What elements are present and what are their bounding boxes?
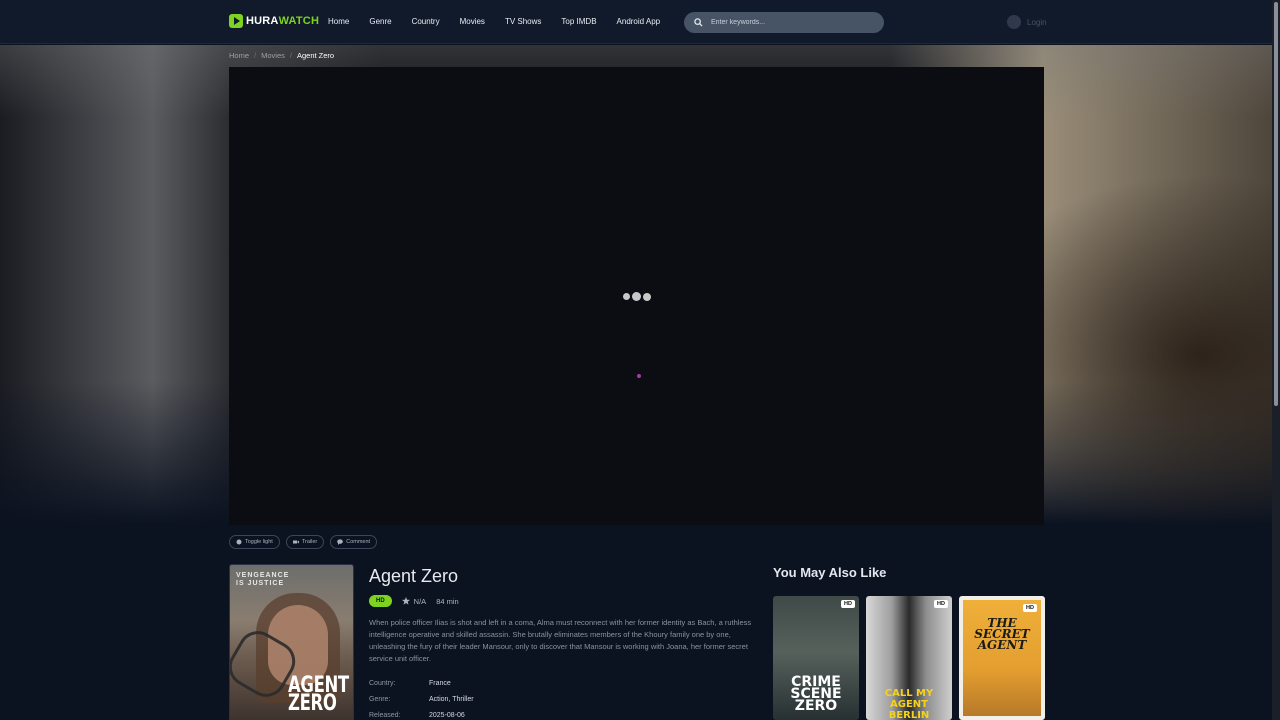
detail-value-genre[interactable]: Action, Thriller [429,696,474,703]
detail-label: Country: [369,679,396,687]
detail-label: Genre: [369,695,391,703]
movie-poster: VENGEANCE IS JUSTICE AGENT ZERO [229,564,354,720]
logo-text: HURA [246,15,279,27]
movie-info: Agent Zero HD N/A 84 min When police off… [369,566,754,720]
detail-row-genre: Genre: Action, Thriller [369,691,754,707]
duration: 84 min [436,596,459,606]
detail-row-country: Country: France [369,675,754,691]
quality-badge: HD [841,600,855,608]
nav-country[interactable]: Country [412,17,440,26]
trailer-label: Trailer [301,539,318,545]
nav-genre[interactable]: Genre [369,17,391,26]
breadcrumb-current: Agent Zero [296,51,335,60]
comment-button[interactable]: Comment [330,535,378,549]
search-icon[interactable] [694,18,703,27]
movie-details: Country: France Genre: Action, Thriller … [369,675,754,720]
poster-tagline: VENGEANCE IS JUSTICE [236,572,290,587]
breadcrumb: Home / Movies / Agent Zero [229,51,334,60]
toggle-light-label: Toggle light [245,539,273,545]
search-input[interactable] [711,19,871,26]
movie-description: When police officer Ilias is shot and le… [369,618,752,663]
nav-top-imdb[interactable]: Top IMDB [561,17,596,26]
poster-title: AGENT ZERO [288,673,349,716]
trailer-button[interactable]: Trailer [285,535,325,549]
nav-tv-shows[interactable]: TV Shows [505,17,541,26]
login-label: Login [1027,17,1047,27]
detail-label: Released: [369,711,401,719]
related-card[interactable]: HD THE SECRET AGENT [959,596,1045,720]
player-actions: Toggle light Trailer Comment [229,535,378,549]
movie-title: Agent Zero [369,566,459,586]
user-avatar-icon [1007,15,1021,29]
logo-accent-text: WATCH [278,15,320,27]
detail-value-country[interactable]: France [429,680,451,687]
video-icon [292,540,299,544]
quality-badge: HD [369,595,392,607]
page-scrollbar[interactable] [1272,0,1280,720]
toggle-light-button[interactable]: Toggle light [229,535,280,549]
related-card-title: CRIME SCENE ZERO [790,674,842,714]
quality-badge: HD [1023,604,1037,612]
breadcrumb-separator: / [254,51,257,60]
rating: N/A [401,596,427,606]
detail-value-released: 2025-08-06 [429,711,465,719]
nav-home[interactable]: Home [328,17,349,26]
breadcrumb-home[interactable]: Home [229,51,249,60]
related-card[interactable]: HD CALL MY AGENT BERLIN [866,596,952,720]
comment-label: Comment [346,539,371,545]
breadcrumb-movies[interactable]: Movies [261,51,285,60]
bulb-icon [236,539,242,545]
comment-icon [337,539,344,545]
related-card-title: CALL MY AGENT BERLIN [884,688,934,720]
related-card-title: THE SECRET AGENT [974,616,1030,652]
loading-dots-icon [623,292,651,301]
breadcrumb-separator: / [289,51,292,60]
rating-value: N/A [413,596,427,606]
play-logo-icon [229,14,243,28]
loader-indicator [637,374,641,378]
search-bar [684,12,884,33]
main-nav: Home Genre Country Movies TV Shows Top I… [318,17,670,26]
site-logo[interactable]: HURAWATCH [229,14,319,28]
related-list: HD CRIME SCENE ZERO HD CALL MY AGENT BER… [773,596,1045,720]
video-player[interactable] [229,67,1044,525]
scrollbar-thumb[interactable] [1274,2,1278,406]
nav-android-app[interactable]: Android App [617,17,661,26]
site-header: HURAWATCH Home Genre Country Movies TV S… [0,0,1272,44]
quality-badge: HD [934,600,948,608]
login-button[interactable]: Login [1007,15,1047,29]
nav-movies[interactable]: Movies [460,17,485,26]
detail-row-released: Released: 2025-08-06 [369,707,754,720]
related-heading: You May Also Like [773,565,887,580]
movie-meta: HD N/A 84 min [369,595,754,607]
star-icon [401,597,410,605]
related-card[interactable]: HD CRIME SCENE ZERO [773,596,859,720]
